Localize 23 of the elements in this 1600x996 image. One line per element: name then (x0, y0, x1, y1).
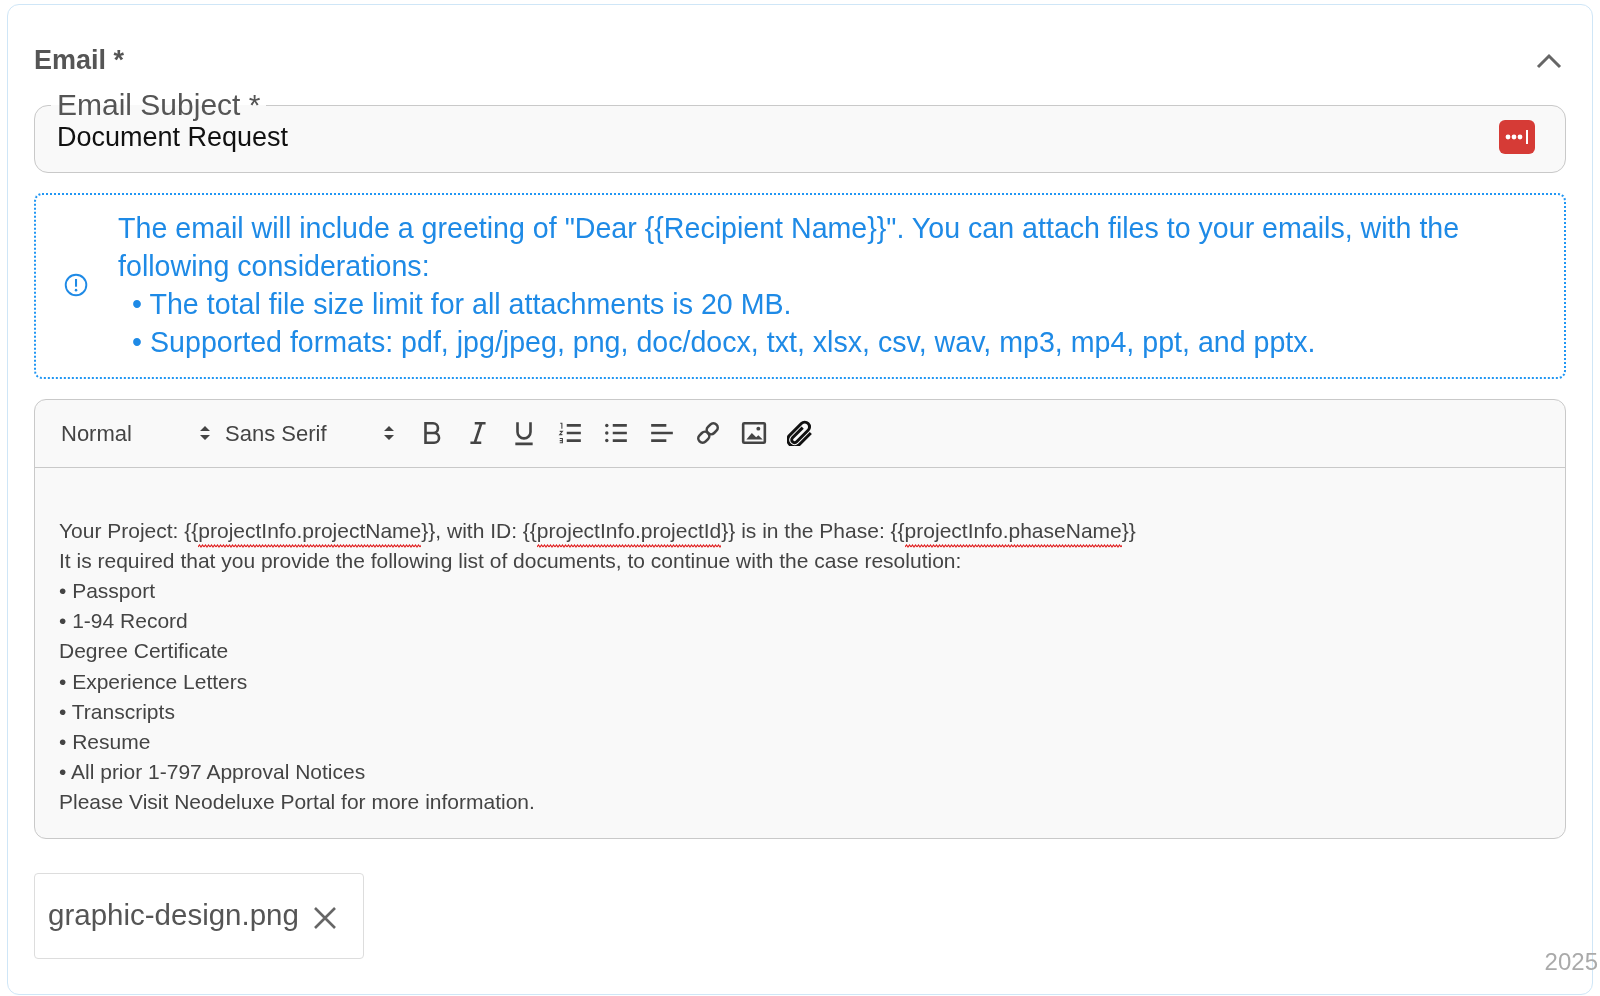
sort-caret-icon (383, 424, 395, 442)
format-dropdown[interactable]: Normal (61, 416, 211, 450)
body-text-line: Please Visit Neodeluxe Portal for more information. (59, 789, 536, 816)
format-dropdown[interactable]: Sans Serif (225, 416, 395, 450)
body-text-line: • 1-94 Record (59, 608, 189, 635)
info-text: The email will include a greeting of "Dear {{Recipient Name}}". You can attach files to your emails, with the following considerations: (118, 210, 1461, 284)
attachment-name: graphic-design.png (48, 897, 299, 934)
year-text: 2025 (1544, 947, 1598, 977)
rich-text-editor[interactable] (34, 398, 1566, 839)
body-text-line: • Passport (59, 577, 157, 604)
body-text-line: It is required that you provide the following list of documents, to continue with the case resolution: (59, 547, 963, 574)
body-text-line: • All prior 1-797 Approval Notices (59, 759, 367, 786)
chevron-up-icon[interactable] (1536, 52, 1562, 69)
password-manager-icon[interactable] (1499, 120, 1535, 155)
body-text-line: • Transcripts (59, 698, 176, 725)
body-text-line: • Resume (59, 728, 152, 755)
sort-caret-icon (199, 424, 211, 442)
info-bullet: • Supported formats: pdf, jpg/jpeg, png, doc/docx, txt, xlsx, csv, wav, mp3, mp4, ppt, and pptx. (131, 324, 1317, 360)
body-text-line: • Experience Letters (59, 668, 249, 695)
info-bullet: • The total file size limit for all attachments is 20 MB. (131, 286, 793, 322)
section-title: Email * (34, 43, 125, 77)
body-text-line: Degree Certificate (59, 638, 230, 665)
body-text-line: Your Project: {{projectInfo.projectName}}, with ID: {{projectInfo.projectId}} is in the Phase: {{projectInfo.phaseName}} (59, 517, 1541, 548)
